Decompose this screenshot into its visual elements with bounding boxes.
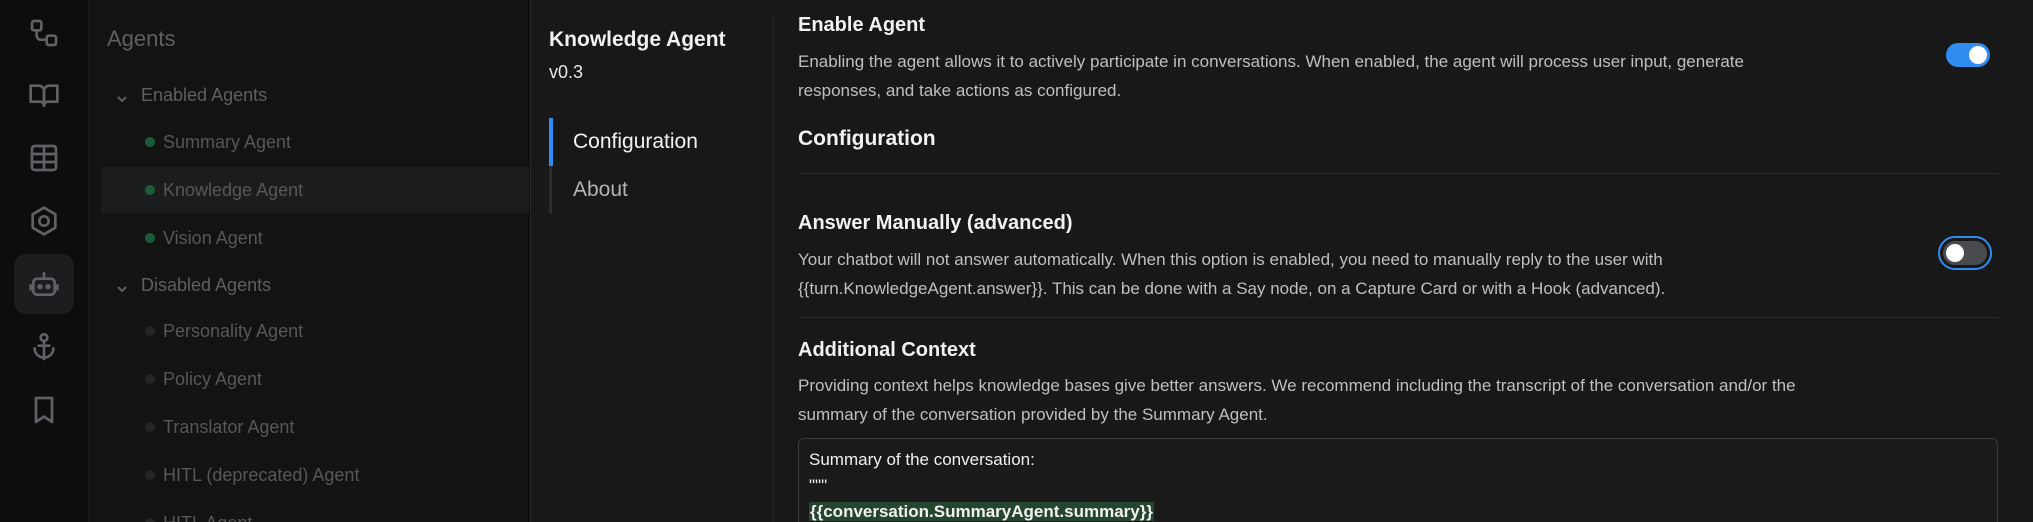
textarea-line: Summary of the conversation: xyxy=(809,450,1035,469)
agent-label: Vision Agent xyxy=(163,227,263,248)
additional-context-description: Providing context helps knowledge bases … xyxy=(798,376,1796,424)
list-item[interactable]: HITL Agent xyxy=(101,500,529,522)
enabled-status-dot xyxy=(145,233,155,243)
nav-about[interactable]: About xyxy=(549,166,749,214)
toggle-knob xyxy=(1969,46,1987,64)
answer-manually-toggle-focus xyxy=(1938,236,1992,270)
bot-icon[interactable] xyxy=(14,254,74,314)
disabled-status-dot xyxy=(145,374,155,384)
enabled-status-dot xyxy=(145,185,155,195)
agent-name: Knowledge Agent xyxy=(549,28,726,51)
agent-label: Summary Agent xyxy=(163,131,292,152)
disabled-status-dot xyxy=(145,422,155,432)
configuration-heading: Configuration xyxy=(798,127,936,150)
book-icon[interactable] xyxy=(14,65,74,125)
enable-agent-toggle[interactable] xyxy=(1946,43,1990,67)
nav-configuration[interactable]: Configuration xyxy=(549,118,749,166)
modal-divider xyxy=(773,12,774,522)
enable-agent-title: Enable Agent xyxy=(798,14,926,36)
list-item[interactable]: Summary Agent xyxy=(101,119,529,165)
agents-panel: Agents Enabled Agents Summary Agent Know… xyxy=(88,0,529,522)
textarea-line: """ xyxy=(809,476,828,495)
anchor-icon[interactable] xyxy=(14,317,74,377)
agent-label: Personality Agent xyxy=(163,320,304,341)
group-label: Enabled Agents xyxy=(141,85,268,105)
agent-label: HITL Agent xyxy=(163,513,252,522)
hexagon-icon[interactable] xyxy=(14,191,74,251)
chevron-down-icon xyxy=(115,90,127,102)
agent-settings-modal: Knowledge Agent v0.3 Configuration About… xyxy=(530,0,2033,522)
section-divider xyxy=(798,317,1998,318)
variable-highlight: {{conversation.SummaryAgent.summary}} xyxy=(809,502,1154,521)
additional-context-textarea[interactable]: Summary of the conversation: """ {{conve… xyxy=(798,438,1998,522)
group-label: Disabled Agents xyxy=(141,275,272,295)
list-item-selected[interactable]: Knowledge Agent xyxy=(101,167,529,213)
section-divider xyxy=(798,173,1998,174)
list-item[interactable]: HITL (deprecated) Agent xyxy=(101,452,529,498)
table-icon[interactable] xyxy=(14,128,74,188)
list-item[interactable]: Translator Agent xyxy=(101,404,529,450)
toggle-knob xyxy=(1946,244,1964,262)
agent-label: HITL (deprecated) Agent xyxy=(163,464,360,485)
enabled-status-dot xyxy=(145,137,155,147)
icon-rail xyxy=(0,0,88,522)
list-item[interactable]: Policy Agent xyxy=(101,356,529,402)
disabled-status-dot xyxy=(145,326,155,336)
agents-title: Agents xyxy=(107,26,176,51)
chevron-down-icon xyxy=(115,280,127,292)
disabled-status-dot xyxy=(145,518,155,522)
enable-agent-description: Enabling the agent allows it to actively… xyxy=(798,52,1744,100)
list-item[interactable]: Personality Agent xyxy=(101,308,529,354)
additional-context-title: Additional Context xyxy=(798,339,976,361)
agent-label: Translator Agent xyxy=(163,416,295,437)
group-enabled-agents[interactable]: Enabled Agents xyxy=(115,85,267,106)
bookmark-icon[interactable] xyxy=(14,380,74,440)
answer-manually-toggle[interactable] xyxy=(1943,241,1987,265)
flow-icon[interactable] xyxy=(14,3,74,63)
disabled-status-dot xyxy=(145,470,155,480)
group-disabled-agents[interactable]: Disabled Agents xyxy=(115,275,271,296)
list-item[interactable]: Vision Agent xyxy=(101,215,529,261)
agent-label: Policy Agent xyxy=(163,368,263,389)
agent-version: v0.3 xyxy=(549,62,584,82)
agent-label: Knowledge Agent xyxy=(163,179,304,200)
answer-manually-title: Answer Manually (advanced) xyxy=(798,212,1073,234)
answer-manually-description: Your chatbot will not answer automatical… xyxy=(798,250,1666,298)
